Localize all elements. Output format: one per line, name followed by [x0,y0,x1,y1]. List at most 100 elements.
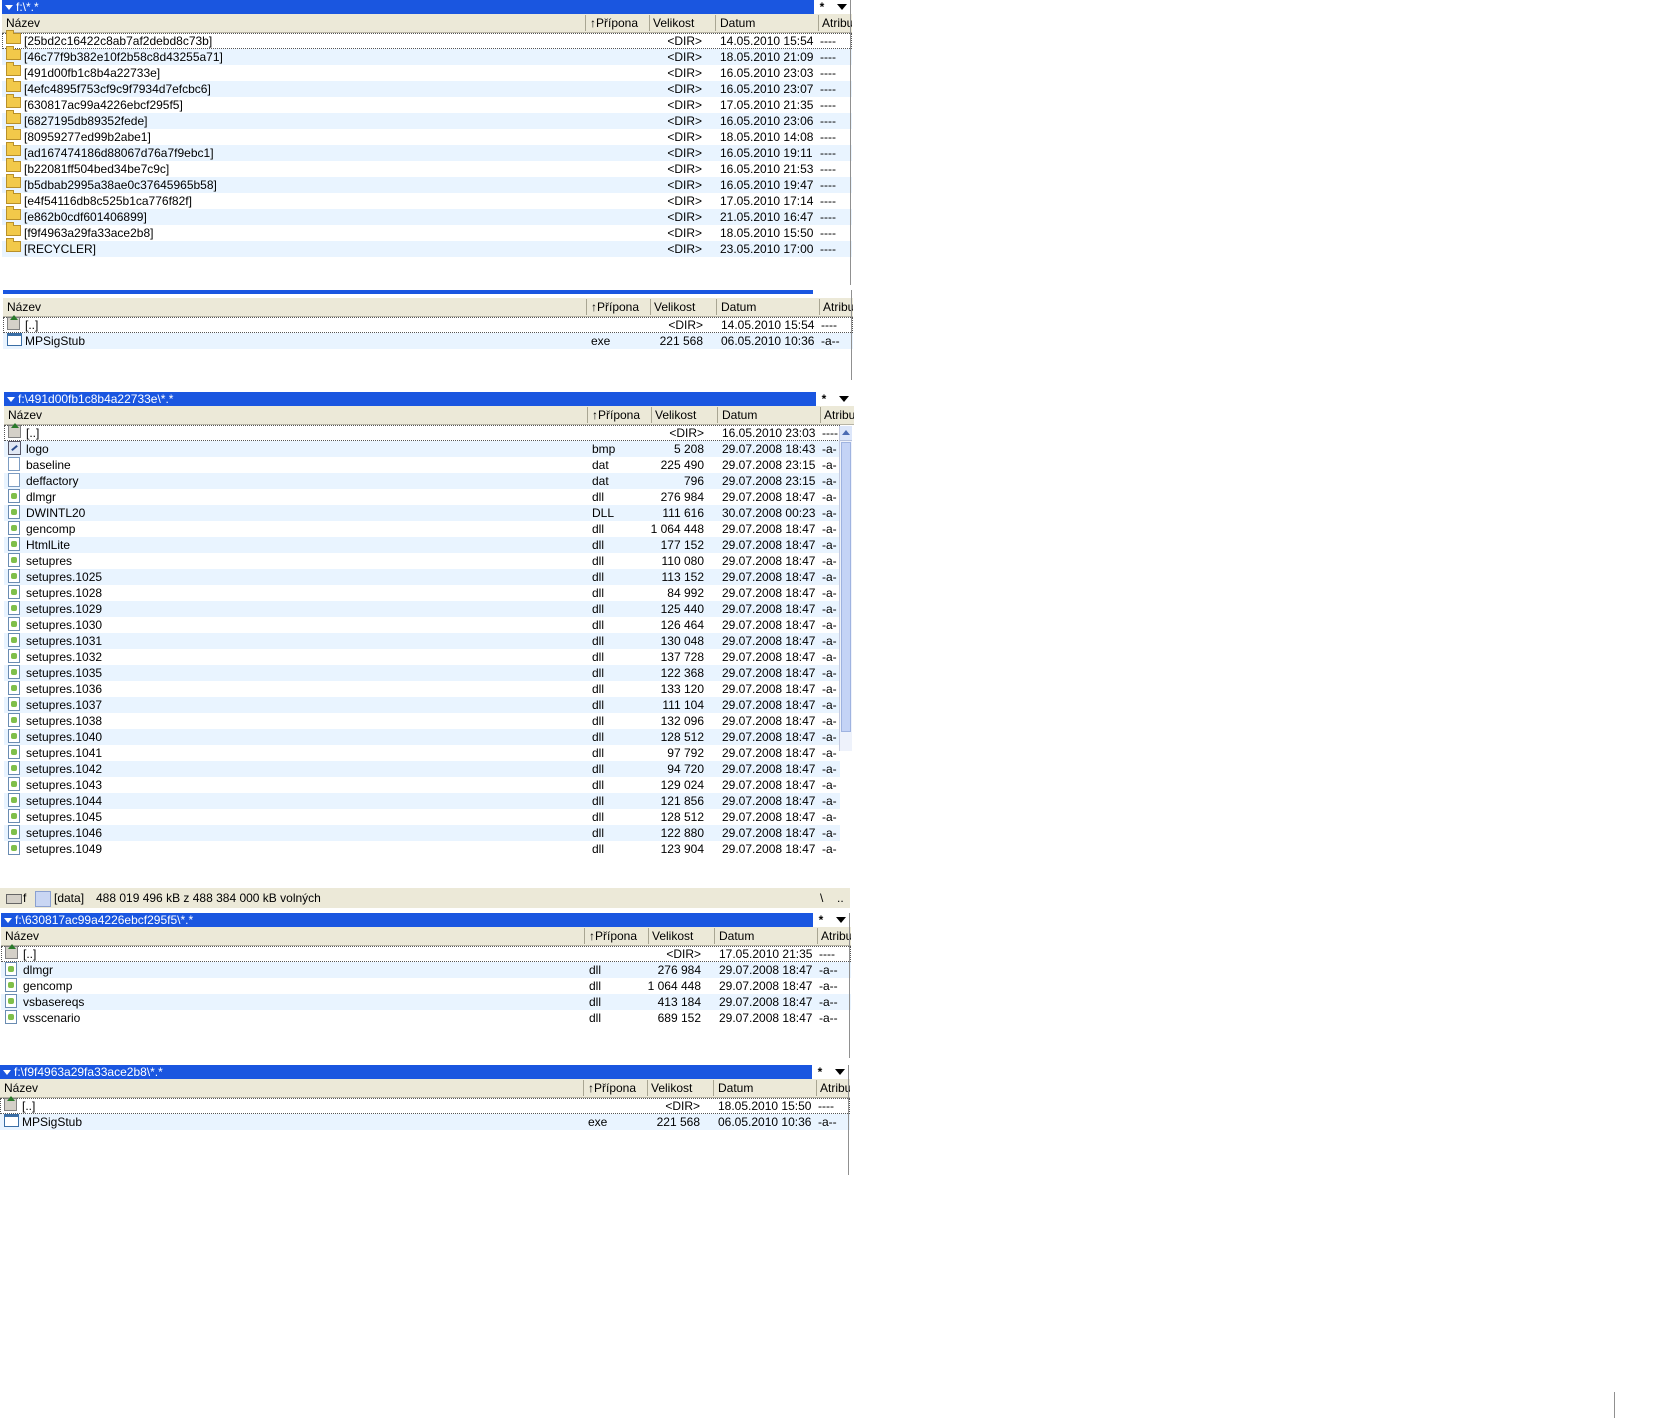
file-row[interactable]: [b5dbab2995a38ae0c37645965b58] <DIR> 16.05… [2,174,852,193]
file-row[interactable]: vsbasereqs dll 413 184 29.07.2008 18:47 -a-- [1,994,851,1010]
file-row[interactable]: [80959277ed99b2abe1] <DIR> 18.05.2010 14:0… [2,126,852,145]
history-menu-icon[interactable] [3,1070,11,1075]
file-row[interactable]: setupres.1049 dll 123 904 29.07.2008 18:47-… [4,841,840,857]
file-row[interactable]: setupres.1025 dll 113 152 29.07.2008 18:47-… [4,569,840,585]
root-button[interactable]: \ [820,888,823,908]
file-row[interactable]: [..] <DIR> 18.05.2010 15:50 ---- [0,1096,850,1114]
filter-button[interactable]: * [812,1065,828,1079]
col-ext[interactable]: ↑Přípona [588,1079,636,1097]
file-row[interactable]: [..] <DIR> 16.05.2010 23:03 ---- [4,423,840,441]
drive-dropdown-icon[interactable] [35,891,51,907]
col-size[interactable]: Velikost [655,406,696,424]
file-row[interactable]: gencomp dll 1 064 448 29.07.2008 18:47 -a- [4,521,840,537]
file-row[interactable]: setupres.1046 dll 122 880 29.07.2008 18:47-… [4,825,840,841]
file-row[interactable]: [e862b0cdf601406899] <DIR> 21.05.2010 16:4… [2,206,852,225]
file-row[interactable]: logo bmp 5 208 29.07.2008 18:43 -a- [4,441,840,457]
col-name[interactable]: Název [8,406,42,424]
path-bar[interactable]: f:\491d00fb1c8b4a22733e\*.* * [4,392,854,406]
file-row[interactable]: [b22081ff504bed34be7c9c] <DIR> 16.05.2010 … [2,158,852,177]
history-menu-icon[interactable] [5,5,13,10]
file-row[interactable]: gencomp dll 1 064 448 29.07.2008 18:47 -a-- [1,978,851,994]
file-row[interactable]: [RECYCLER] <DIR> 23.05.2010 17:00 ---- [2,238,852,257]
file-row[interactable]: [e4f54116db8c525b1ca776f82f] <DIR> 17.05.2… [2,190,852,209]
file-row[interactable]: [4efc4895f753cf9c9f7934d7efcbc6] <DIR> 16.… [2,78,852,97]
drive-letter[interactable]: f [23,888,26,908]
file-row[interactable]: setupres.1035 dll 122 368 29.07.2008 18:47-… [4,665,840,681]
col-date[interactable]: Datum [722,406,757,424]
file-row[interactable]: MPSigStub exe 221 568 06.05.2010 10:36 -a-- [3,333,853,349]
filter-button[interactable]: * [816,392,832,406]
file-row[interactable]: setupres.1036 dll 133 120 29.07.2008 18:47-… [4,681,840,697]
col-date[interactable]: Datum [718,1079,753,1097]
dropdown-icon[interactable] [829,913,851,927]
path-bar[interactable]: f:\f9f4963a29fa33ace2b8\*.* * [0,1065,850,1079]
file-row[interactable]: setupres.1041 dll 97 792 29.07.2008 18:47 -a… [4,745,840,761]
file-row[interactable]: dlmgr dll 276 984 29.07.2008 18:47 -a- [4,489,840,505]
dropdown-icon[interactable] [830,0,852,14]
file-row[interactable]: setupres.1040 dll 128 512 29.07.2008 18:47-… [4,729,840,745]
history-menu-icon[interactable] [7,397,15,402]
scroll-up-icon[interactable] [840,426,852,441]
col-name[interactable]: Název [5,927,39,945]
file-row[interactable]: setupres.1043 dll 129 024 29.07.2008 18:47-… [4,777,840,793]
file-row[interactable]: setupres.1044 dll 121 856 29.07.2008 18:47-… [4,793,840,809]
file-row[interactable]: [630817ac99a4226ebcf295f5] <DIR> 17.05.201… [2,94,852,113]
col-ext[interactable]: ↑Přípona [590,14,638,32]
file-row[interactable]: DWINTL20 DLL 111 616 30.07.2008 00:23 -a- [4,505,840,521]
file-row[interactable]: MPSigStub exe 221 568 06.05.2010 10:36 -a-- [0,1114,850,1130]
col-attr[interactable]: Atribu [820,1079,850,1097]
file-row[interactable]: setupres.1032 dll 137 728 29.07.2008 18:47-… [4,649,840,665]
file-row[interactable]: setupres.1030 dll 126 464 29.07.2008 18:47-… [4,617,840,633]
drive-icon[interactable] [6,894,22,904]
file-row[interactable]: setupres dll 110 080 29.07.2008 18:47 -a- [4,553,840,569]
col-attr[interactable]: Atribu [822,14,852,32]
file-row[interactable]: dlmgr dll 276 984 29.07.2008 18:47 -a-- [1,962,851,978]
col-size[interactable]: Velikost [652,927,693,945]
file-row[interactable]: [491d00fb1c8b4a22733e] <DIR> 16.05.2010 23… [2,62,852,81]
col-name[interactable]: Název [7,298,41,316]
col-size[interactable]: Velikost [651,1079,692,1097]
vertical-scrollbar[interactable] [839,426,852,751]
path-bar[interactable]: f:\*.* * [2,0,852,14]
dropdown-icon[interactable] [828,1065,850,1079]
col-ext[interactable]: ↑Přípona [591,298,639,316]
col-date[interactable]: Datum [719,927,754,945]
col-size[interactable]: Velikost [653,14,694,32]
col-attr[interactable]: Atribu [821,927,851,945]
file-row[interactable]: HtmlLite dll 177 152 29.07.2008 18:47 -a- [4,537,840,553]
col-date[interactable]: Datum [721,298,756,316]
file-row[interactable]: [ad167474186d88067d76a7f9ebc1] <DIR> 16.05… [2,142,852,161]
dropdown-icon[interactable] [832,392,854,406]
col-ext[interactable]: ↑Přípona [589,927,637,945]
file-row[interactable]: setupres.1045 dll 128 512 29.07.2008 18:47-… [4,809,840,825]
file-row[interactable]: baseline dat 225 490 29.07.2008 23:15 -a- [4,457,840,473]
file-row[interactable]: setupres.1028 dll 84 992 29.07.2008 18:47 -a… [4,585,840,601]
path-bar[interactable]: f:\630817ac99a4226ebcf295f5\*.* * [1,913,851,927]
file-row[interactable]: [..] <DIR> 14.05.2010 15:54 ---- [3,315,853,333]
file-row[interactable]: [..] <DIR> 17.05.2010 21:35 ---- [1,944,851,962]
file-row[interactable]: vsscenario dll 689 152 29.07.2008 18:47 -a-- [1,1010,851,1026]
file-ext: dll [592,490,605,504]
file-row[interactable]: [f9f4963a29fa33ace2b8] <DIR> 18.05.2010 15… [2,222,852,241]
col-attr[interactable]: Atribu [824,406,854,424]
col-name[interactable]: Název [4,1079,38,1097]
file-row[interactable]: setupres.1029 dll 125 440 29.07.2008 18:47-… [4,601,840,617]
filter-button[interactable]: * [813,913,829,927]
file-row[interactable]: setupres.1038 dll 132 096 29.07.2008 18:47-… [4,713,840,729]
file-row[interactable]: deffactory dat 796 29.07.2008 23:15 -a- [4,473,840,489]
col-date[interactable]: Datum [720,14,755,32]
col-ext[interactable]: ↑Přípona [592,406,640,424]
scroll-thumb[interactable] [841,442,851,732]
file-row[interactable]: [46c77f9b382e10f2b58c8d43255a71] <DIR> 18.… [2,46,852,65]
file-attr: ---- [818,1099,834,1113]
file-row[interactable]: setupres.1042 dll 94 720 29.07.2008 18:47 -a… [4,761,840,777]
filter-button[interactable]: * [814,0,830,14]
up-button[interactable]: .. [837,888,844,908]
col-size[interactable]: Velikost [654,298,695,316]
file-row[interactable]: [25bd2c16422c8ab7af2debd8c73b] <DIR> 14.05… [2,30,852,49]
history-menu-icon[interactable] [4,918,12,923]
col-attr[interactable]: Atribu [823,298,853,316]
file-row[interactable]: [6827195db89352fede] <DIR> 16.05.2010 23:0… [2,110,852,129]
file-row[interactable]: setupres.1031 dll 130 048 29.07.2008 18:47-… [4,633,840,649]
file-row[interactable]: setupres.1037 dll 111 104 29.07.2008 18:47-… [4,697,840,713]
